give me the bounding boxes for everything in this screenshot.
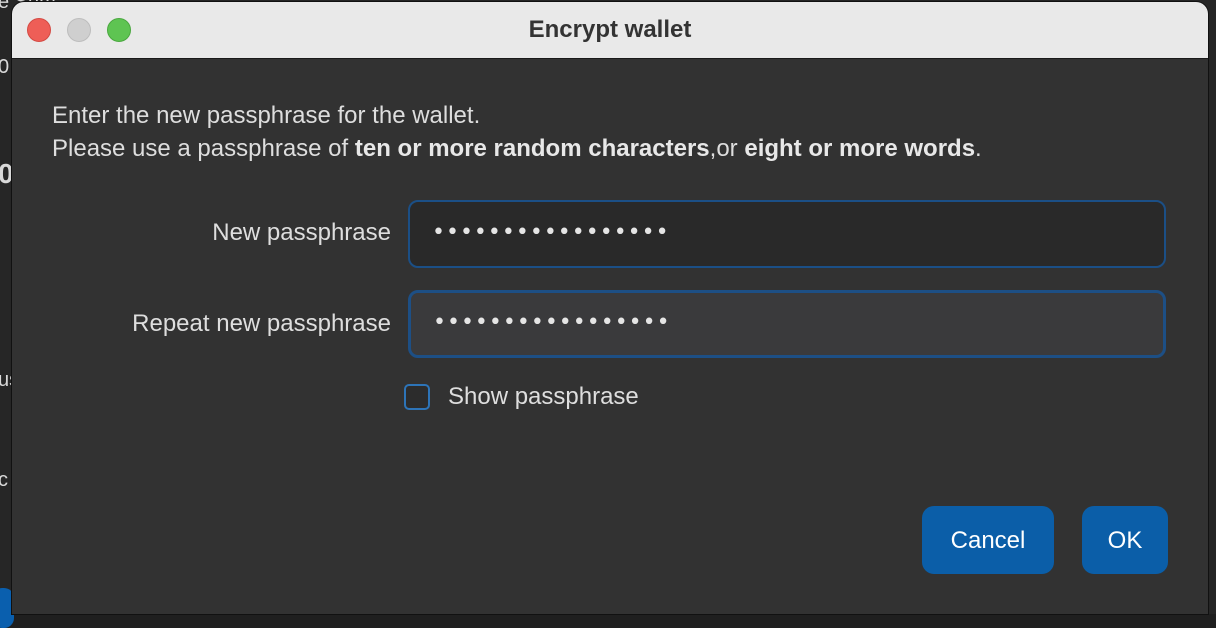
encrypt-wallet-dialog: Encrypt wallet Enter the new passphrase …	[12, 2, 1208, 614]
instructions-text: Enter the new passphrase for the wallet.…	[52, 99, 982, 165]
instructions-line-1: Enter the new passphrase for the wallet.	[52, 102, 481, 129]
cancel-button[interactable]: Cancel	[922, 506, 1054, 574]
new-passphrase-field[interactable]: •••••••••••••••••	[408, 200, 1166, 268]
repeat-passphrase-label: Repeat new passphrase	[132, 310, 391, 337]
show-passphrase-label[interactable]: Show passphrase	[448, 383, 639, 411]
show-passphrase-checkbox[interactable]	[404, 384, 430, 410]
repeat-passphrase-field[interactable]: •••••••••••••••••	[408, 290, 1166, 358]
title-bar[interactable]: Encrypt wallet	[12, 2, 1208, 59]
ok-button[interactable]: OK	[1082, 506, 1168, 574]
background-text-fragment: c	[0, 469, 8, 491]
dialog-content: Enter the new passphrase for the wallet.…	[12, 59, 1208, 614]
background-text-fragment: 0	[0, 56, 10, 78]
window-title: Encrypt wallet	[528, 16, 692, 43]
emphasis-words: eight or more words	[744, 135, 976, 162]
new-passphrase-label: New passphrase	[212, 219, 391, 246]
instructions-line-2: Please use a passphrase of ten or more r…	[52, 135, 982, 162]
emphasis-random-characters: ten or more random characters	[354, 135, 710, 162]
